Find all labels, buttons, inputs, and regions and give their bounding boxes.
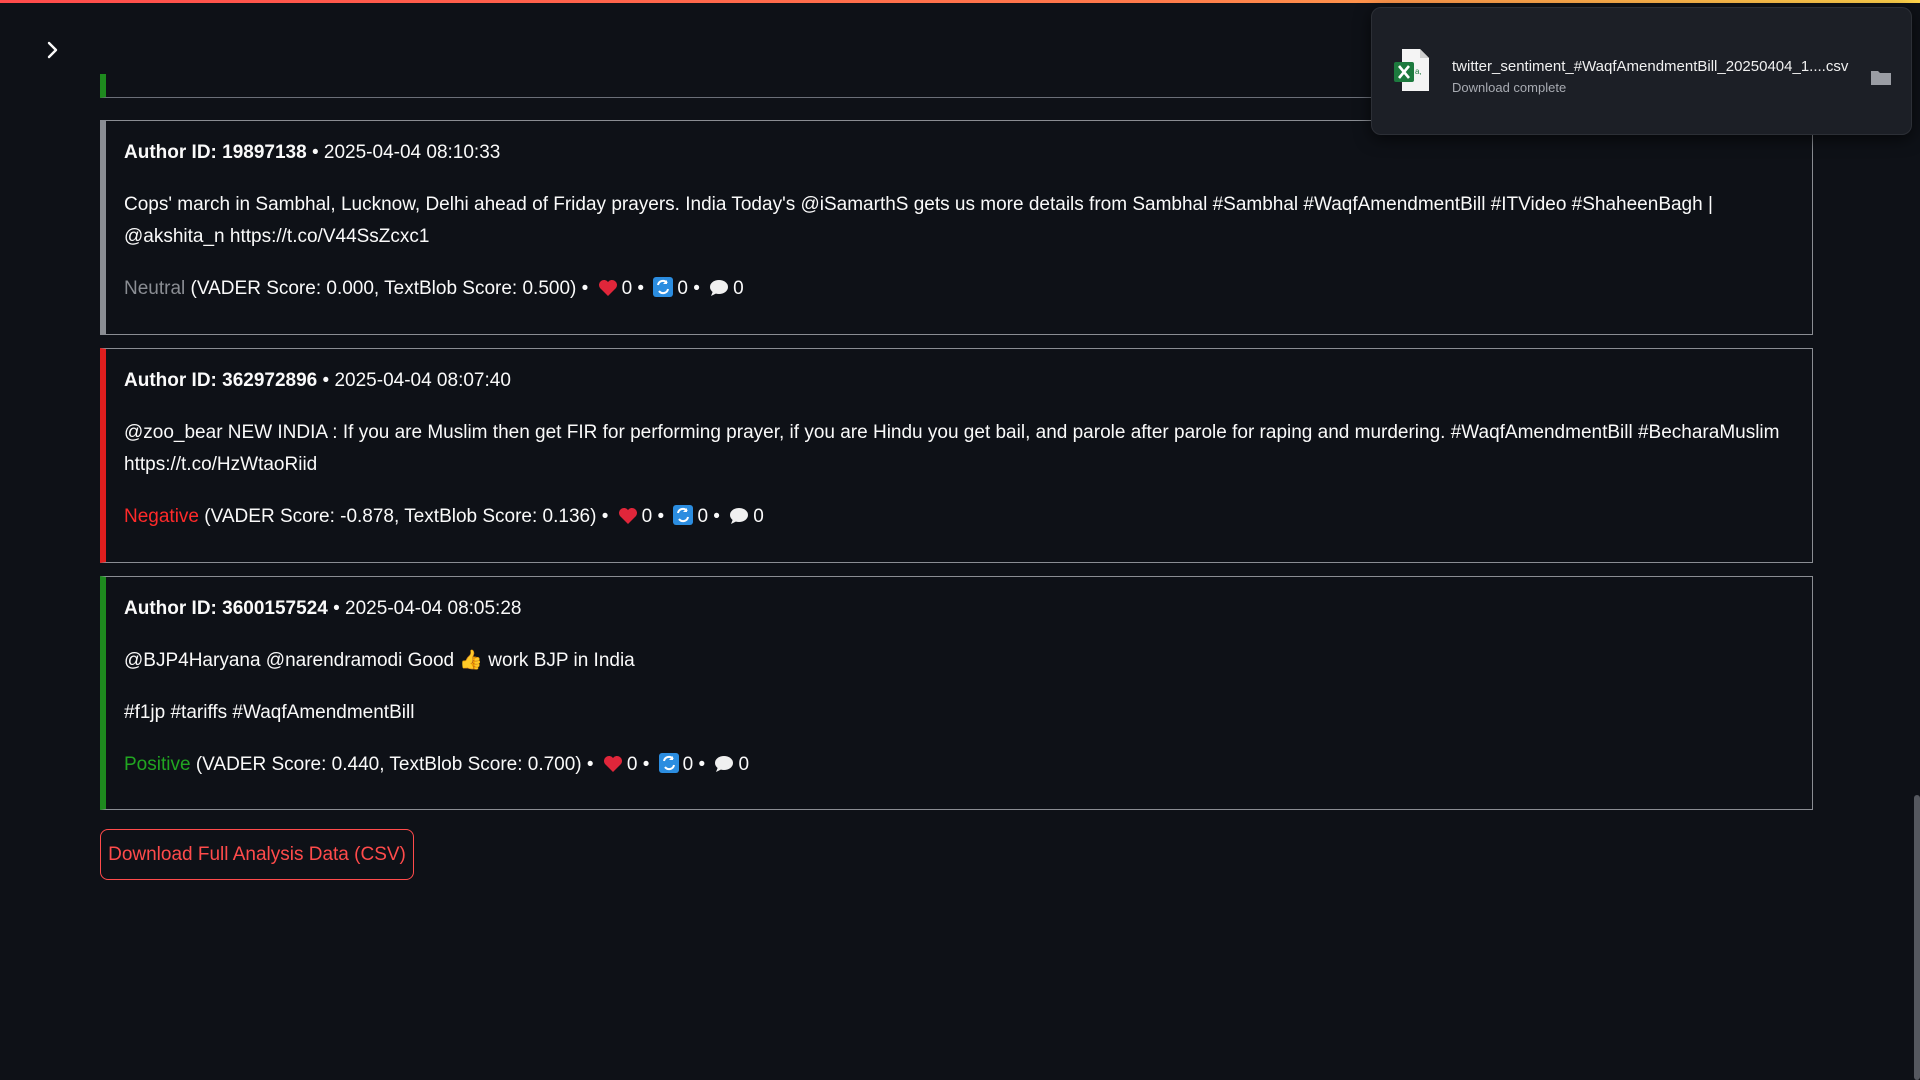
download-csv-button[interactable]: Download Full Analysis Data (CSV)	[100, 829, 414, 880]
sentiment-label: Neutral	[124, 278, 186, 299]
tweet-text: Cops' march in Sambhal, Lucknow, Delhi a…	[124, 194, 1713, 247]
tweet-header: Author ID: 3600157524 • 2025-04-04 08:05…	[124, 598, 522, 619]
top-accent-bar	[0, 0, 1920, 3]
reply-count: 0	[738, 754, 750, 775]
author-id: Author ID: 19897138	[124, 142, 307, 163]
retweet-count: 0	[682, 754, 694, 775]
download-filename[interactable]: twitter_sentiment_#WaqfAmendmentBill_202…	[1452, 58, 1848, 75]
tweet-hashtags: #f1jp #tariffs #WaqfAmendmentBill	[124, 702, 415, 723]
folder-icon[interactable]	[1870, 68, 1892, 86]
svg-text:a,: a,	[1415, 67, 1422, 76]
comment-icon	[729, 504, 749, 536]
chevron-right-icon	[47, 41, 58, 59]
like-count: 0	[621, 278, 633, 299]
excel-file-icon: a,	[1394, 49, 1429, 91]
comment-icon	[714, 752, 734, 784]
like-count: 0	[641, 506, 653, 527]
author-id: Author ID: 3600157524	[124, 598, 328, 619]
heart-icon	[598, 276, 618, 308]
retweet-count: 0	[697, 506, 709, 527]
tweet-timestamp: 2025-04-04 08:05:28	[345, 598, 522, 619]
retweet-count: 0	[677, 278, 688, 299]
retweet-icon	[658, 752, 679, 784]
heart-icon	[618, 504, 638, 536]
sentiment-label: Negative	[124, 506, 199, 527]
tweet-text: @zoo_bear NEW INDIA : If you are Muslim …	[124, 422, 1780, 475]
download-status: Download complete	[1452, 80, 1567, 95]
like-count: 0	[626, 754, 638, 775]
reply-count: 0	[733, 278, 744, 299]
sentiment-scores: (VADER Score: -0.878, TextBlob Score: 0.…	[204, 506, 597, 527]
tweet-header: Author ID: 362972896 • 2025-04-04 08:07:…	[124, 370, 511, 391]
tweet-meta: Neutral (VADER Score: 0.000, TextBlob Sc…	[124, 273, 1796, 308]
sentiment-scores: (VADER Score: 0.000, TextBlob Score: 0.5…	[190, 278, 577, 299]
tweet-meta: Negative (VADER Score: -0.878, TextBlob …	[124, 501, 1796, 536]
retweet-icon	[653, 276, 674, 308]
sentiment-label: Positive	[124, 754, 191, 775]
reply-count: 0	[753, 506, 764, 527]
download-notification[interactable]: a, twitter_sentiment_#WaqfAmendmentBill_…	[1371, 7, 1912, 135]
comment-icon	[709, 276, 729, 308]
scrollbar[interactable]	[1912, 0, 1920, 1080]
tweet-timestamp: 2025-04-04 08:07:40	[334, 370, 511, 391]
heart-icon	[603, 752, 623, 784]
sentiment-scores: (VADER Score: 0.440, TextBlob Score: 0.7…	[195, 754, 582, 775]
retweet-icon	[673, 504, 694, 536]
tweet-card: Author ID: 19897138 • 2025-04-04 08:10:3…	[100, 120, 1813, 335]
scrollbar-thumb[interactable]	[1914, 795, 1920, 1080]
tweet-meta: Positive (VADER Score: 0.440, TextBlob S…	[124, 749, 1796, 784]
tweet-card: Author ID: 362972896 • 2025-04-04 08:07:…	[100, 348, 1813, 563]
tweet-header: Author ID: 19897138 • 2025-04-04 08:10:3…	[124, 142, 501, 163]
tweet-timestamp: 2025-04-04 08:10:33	[323, 142, 501, 163]
author-id: Author ID: 362972896	[124, 370, 318, 391]
tweet-text: @BJP4Haryana @narendramodi Good 👍 work B…	[124, 650, 635, 671]
sidebar-toggle-button[interactable]	[40, 37, 66, 63]
tweet-card: Author ID: 3600157524 • 2025-04-04 08:05…	[100, 576, 1813, 810]
